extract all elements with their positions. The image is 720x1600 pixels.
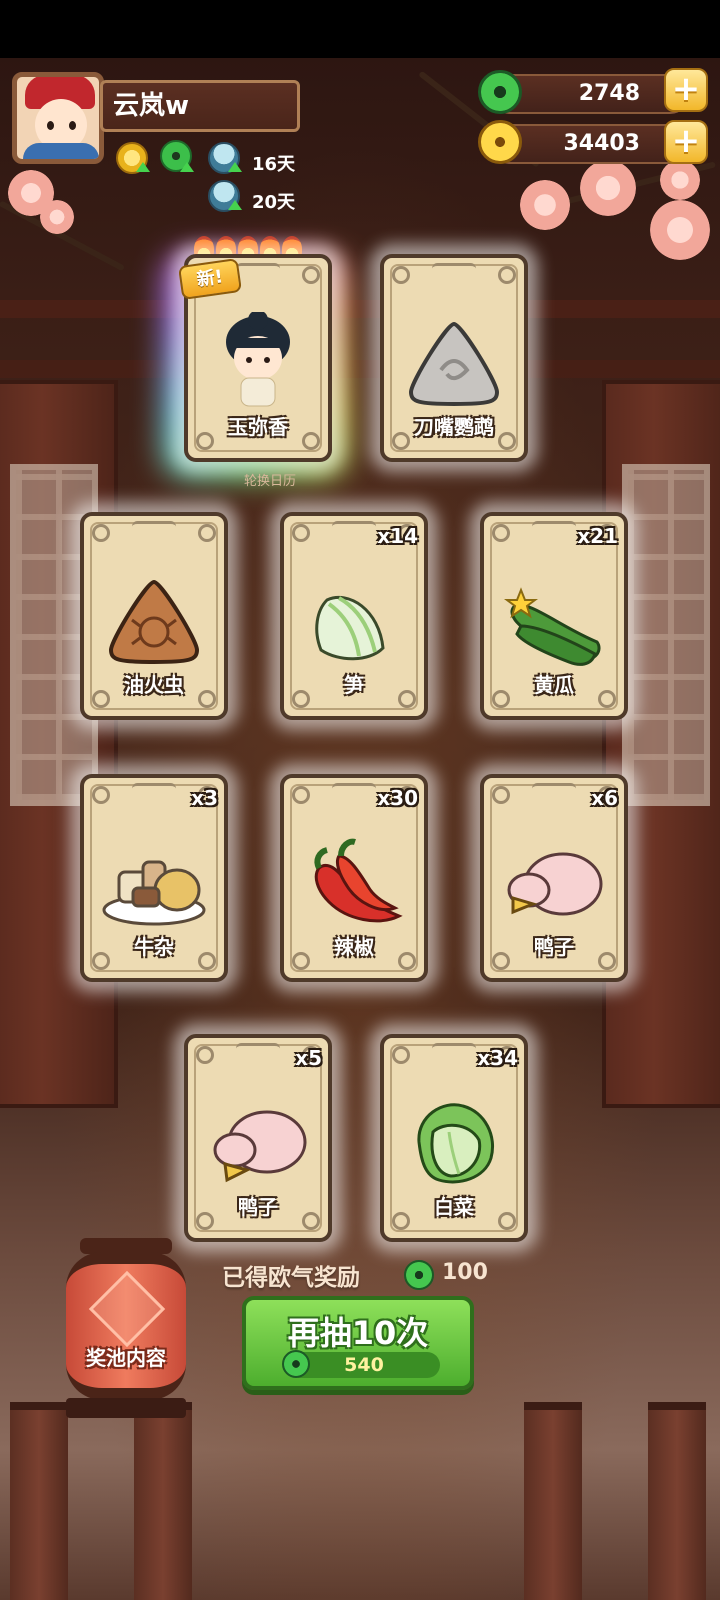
bamboo-shoot-icon (315, 596, 385, 661)
card-duck[interactable]: x5 鸭子 (184, 1034, 332, 1242)
card-label: 辣椒 (334, 935, 374, 959)
card-cucumber[interactable]: x21 黄瓜 (480, 512, 628, 720)
item-count: x14 (377, 524, 418, 548)
blossom-flower (520, 180, 570, 230)
jade-icon (282, 1350, 310, 1378)
card-label: 鸭子 (534, 935, 574, 959)
arrow-up-icon (228, 162, 242, 172)
card-label: 牛杂 (134, 935, 174, 959)
jade-icon (404, 1260, 434, 1290)
coin-icon (478, 120, 522, 164)
card-label: 笋 (344, 673, 364, 697)
beef-offal-icon (102, 860, 206, 926)
card-oil-bug[interactable]: 油火虫 (80, 512, 228, 720)
fence-post (10, 1402, 68, 1600)
rotation-calendar-label[interactable]: 轮换日历 (230, 470, 310, 489)
duck-icon (507, 852, 603, 916)
jade-icon (478, 70, 522, 114)
blossom-flower (40, 200, 74, 234)
item-count: x34 (477, 1046, 518, 1070)
prize-pool-button[interactable]: 奖池内容 (66, 1252, 186, 1400)
locked-silhouette-icon (408, 321, 500, 407)
item-count: x21 (577, 524, 618, 548)
luck-bonus-label: 已得欧气奖励 (222, 1265, 360, 1291)
player-name: 云岚w (100, 80, 300, 132)
status-bar (0, 0, 720, 58)
left-lattice-wall (0, 380, 118, 1108)
luck-bonus-value: 100 (442, 1260, 488, 1285)
card-duck[interactable]: x6 鸭子 (480, 774, 628, 982)
card-cabbage[interactable]: x34 白菜 (380, 1034, 528, 1242)
lantern-stand (66, 1398, 186, 1418)
fence-post (524, 1402, 582, 1600)
buff-days: 20天 (252, 192, 296, 213)
item-count: x3 (191, 786, 218, 810)
arrow-up-icon (136, 162, 150, 172)
add-jade-button[interactable]: + (664, 68, 708, 112)
card-label: 白菜 (434, 1195, 474, 1219)
chili-icon (314, 838, 403, 923)
item-count: x30 (377, 786, 418, 810)
lightning-icon (88, 1270, 166, 1348)
arrow-up-icon (180, 162, 194, 172)
right-lattice-wall (602, 380, 720, 1108)
card-chili[interactable]: x30 辣椒 (280, 774, 428, 982)
card-label: 油火虫 (124, 673, 184, 697)
draw-cost: 540 (288, 1352, 440, 1378)
player-avatar[interactable] (12, 72, 104, 164)
gacha-result-screen: 云岚w 16天 20天 2748 + 34403 + 玉弥香 新! 刀嘴鹦鹉 轮… (0, 0, 720, 1600)
duck-icon (213, 1110, 307, 1183)
prize-pool-label: 奖池内容 (86, 1346, 166, 1370)
blossom-flower (580, 160, 636, 216)
card-locked-parrot[interactable]: 刀嘴鹦鹉 (380, 254, 528, 462)
item-count: x5 (295, 1046, 322, 1070)
cabbage-icon (417, 1103, 494, 1184)
buff-days: 16天 (252, 154, 296, 175)
draw-again-button[interactable]: 再抽10次 540 (242, 1296, 474, 1390)
card-bamboo-shoot[interactable]: x14 笋 (280, 512, 428, 720)
card-label: 黄瓜 (534, 673, 574, 697)
arrow-up-icon (228, 200, 242, 210)
card-label: 刀嘴鹦鹉 (414, 415, 494, 439)
fence-post (134, 1402, 192, 1600)
add-coins-button[interactable]: + (664, 120, 708, 164)
card-beef-offal[interactable]: x3 牛杂 (80, 774, 228, 982)
card-label: 玉弥香 (228, 415, 288, 439)
cucumber-icon (504, 587, 601, 666)
bug-triangle-icon (108, 579, 200, 665)
card-label: 鸭子 (238, 1195, 278, 1219)
roof-beam (0, 360, 720, 378)
blossom-flower (660, 160, 700, 200)
fence-post (648, 1402, 706, 1600)
character-portrait (226, 312, 290, 407)
draw-again-label: 再抽10次 (287, 1314, 429, 1352)
blossom-flower (650, 200, 710, 260)
item-count: x6 (591, 786, 618, 810)
roof-beam (0, 300, 720, 318)
